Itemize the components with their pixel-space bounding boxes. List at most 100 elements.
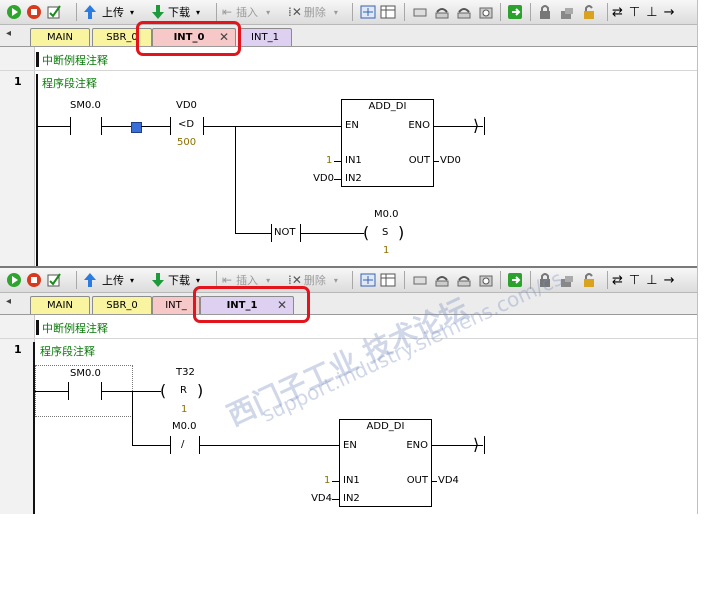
line-right-icon[interactable]: →: [664, 5, 675, 20]
tab-main[interactable]: MAIN: [30, 296, 90, 314]
pin-en: EN: [343, 440, 357, 451]
lock-icon[interactable]: [537, 272, 553, 288]
stop-button[interactable]: [26, 4, 42, 20]
power-rail: [36, 74, 38, 267]
no-contact[interactable]: [70, 117, 102, 135]
redo-icon[interactable]: [456, 272, 472, 288]
download-label: 下载: [168, 6, 190, 19]
download-arrow-icon: [152, 5, 164, 19]
upload-button[interactable]: 上传 ▾: [82, 4, 134, 20]
line-right-icon[interactable]: →: [664, 273, 675, 288]
in1-value: 1: [326, 155, 333, 166]
toolbar-icon-group-1: [360, 272, 396, 288]
toolbar-ladder-group: ⇄ ⊤ ⊥ →: [612, 272, 674, 288]
upload-label: 上传: [102, 274, 124, 287]
pin-in2: IN2: [343, 493, 360, 504]
box-title: ADD_DI: [368, 101, 407, 112]
tab-main[interactable]: MAIN: [30, 28, 90, 46]
stop-button[interactable]: [26, 272, 42, 288]
pou-tabs: ◂ MAIN SBR_0 INT_0 ✕ INT_1: [0, 25, 697, 47]
not-label: NOT: [274, 227, 296, 238]
timer-icon[interactable]: [478, 272, 494, 288]
rung-comment-marker: [36, 52, 39, 67]
chevron-down-icon: ▾: [333, 7, 338, 17]
contact-address: SM0.0: [70, 368, 101, 379]
line-up-icon[interactable]: ⊥: [646, 273, 657, 288]
network-icon[interactable]: [360, 4, 376, 20]
add-di-box[interactable]: ADD_DI EN ENO IN1 OUT IN2: [341, 99, 434, 187]
chevron-down-icon: ▾: [130, 7, 135, 17]
in2-value: VD0: [313, 173, 334, 184]
reset-coil-right: ): [197, 381, 204, 400]
lock-all-icon[interactable]: [559, 272, 575, 288]
window-edge: [697, 0, 698, 514]
delete-button[interactable]: ⁞✕ 删除 ▾: [288, 4, 338, 20]
table-icon[interactable]: [380, 4, 396, 20]
line-down-icon[interactable]: ⊤: [629, 5, 640, 20]
contact-icon[interactable]: [412, 272, 428, 288]
no-contact[interactable]: [68, 382, 102, 400]
pin-en: EN: [345, 120, 359, 131]
toolbar-icon-group-2: [412, 272, 494, 288]
run-button[interactable]: [6, 272, 22, 288]
tab-label: SBR_0: [106, 32, 138, 43]
line-down-icon[interactable]: ⊤: [629, 273, 640, 288]
tab-sbr-0[interactable]: SBR_0: [92, 296, 152, 314]
insert-button[interactable]: ⇤ 插入 ▾: [222, 4, 270, 20]
nc-contact[interactable]: [170, 436, 200, 454]
in2-value: VD4: [311, 493, 332, 504]
branch-icon[interactable]: ⇄: [612, 5, 623, 20]
run-button[interactable]: [6, 4, 22, 20]
compare-value: 500: [177, 137, 197, 148]
out-value: VD4: [438, 475, 459, 486]
tab-scroll-left-icon[interactable]: ◂: [6, 296, 11, 307]
toolbar: 上传 ▾ 下载 ▾ ⇤ 插入 ▾ ⁞✕ 删除 ▾ ⇄ ⊤ ⊥ →: [0, 0, 697, 25]
pin-eno: ENO: [408, 120, 430, 131]
lock-all-icon[interactable]: [559, 4, 575, 20]
line-up-icon[interactable]: ⊥: [646, 5, 657, 20]
toolbar-icon-group-1: [360, 4, 396, 20]
download-button[interactable]: 下载 ▾: [150, 272, 200, 288]
unlock-icon[interactable]: [581, 4, 597, 20]
network-number: 1: [14, 343, 22, 356]
network-number: 1: [14, 75, 22, 88]
upload-arrow-icon: [84, 273, 96, 287]
set-coil-right: ): [398, 223, 405, 242]
undo-icon[interactable]: [434, 4, 450, 20]
insert-icon: ⇤: [222, 5, 233, 19]
redo-icon[interactable]: [456, 4, 472, 20]
set-coil-type[interactable]: S: [382, 227, 388, 238]
subroutine-comment: 中断例程注释: [42, 322, 108, 335]
coil-address: M0.0: [374, 209, 399, 220]
export-button[interactable]: [507, 4, 523, 20]
network-icon[interactable]: [360, 272, 376, 288]
export-button[interactable]: [507, 272, 523, 288]
contact-icon[interactable]: [412, 4, 428, 20]
tab-scroll-left-icon[interactable]: ◂: [6, 28, 11, 39]
upload-button[interactable]: 上传 ▾: [82, 272, 134, 288]
download-button[interactable]: 下载 ▾: [150, 4, 200, 20]
toolbar-ladder-group: ⇄ ⊤ ⊥ →: [612, 4, 674, 20]
timer-icon[interactable]: [478, 4, 494, 20]
highlight-rectangle: [193, 286, 310, 323]
reset-coil-type[interactable]: R: [180, 385, 187, 396]
undo-icon[interactable]: [434, 272, 450, 288]
unlock-icon[interactable]: [581, 272, 597, 288]
network-comment: 程序段注释: [42, 77, 97, 90]
toolbar-lock-group: [537, 4, 597, 20]
toolbar-icon-group-2: [412, 4, 494, 20]
compile-button[interactable]: [46, 4, 62, 20]
pin-in2: IN2: [345, 173, 362, 184]
insert-icon: ⇤: [222, 273, 233, 287]
compile-button[interactable]: [46, 272, 62, 288]
branch-icon[interactable]: ⇄: [612, 273, 623, 288]
tab-int-1[interactable]: INT_1: [238, 28, 292, 46]
chevron-down-icon: ▾: [130, 275, 135, 285]
tab-label: MAIN: [47, 32, 73, 43]
delete-icon: ⁞✕: [288, 273, 302, 287]
download-label: 下载: [168, 274, 190, 287]
lock-icon[interactable]: [537, 4, 553, 20]
table-icon[interactable]: [380, 272, 396, 288]
add-di-box[interactable]: ADD_DI EN ENO IN1 OUT IN2: [339, 419, 432, 507]
export-icon: [508, 5, 522, 19]
